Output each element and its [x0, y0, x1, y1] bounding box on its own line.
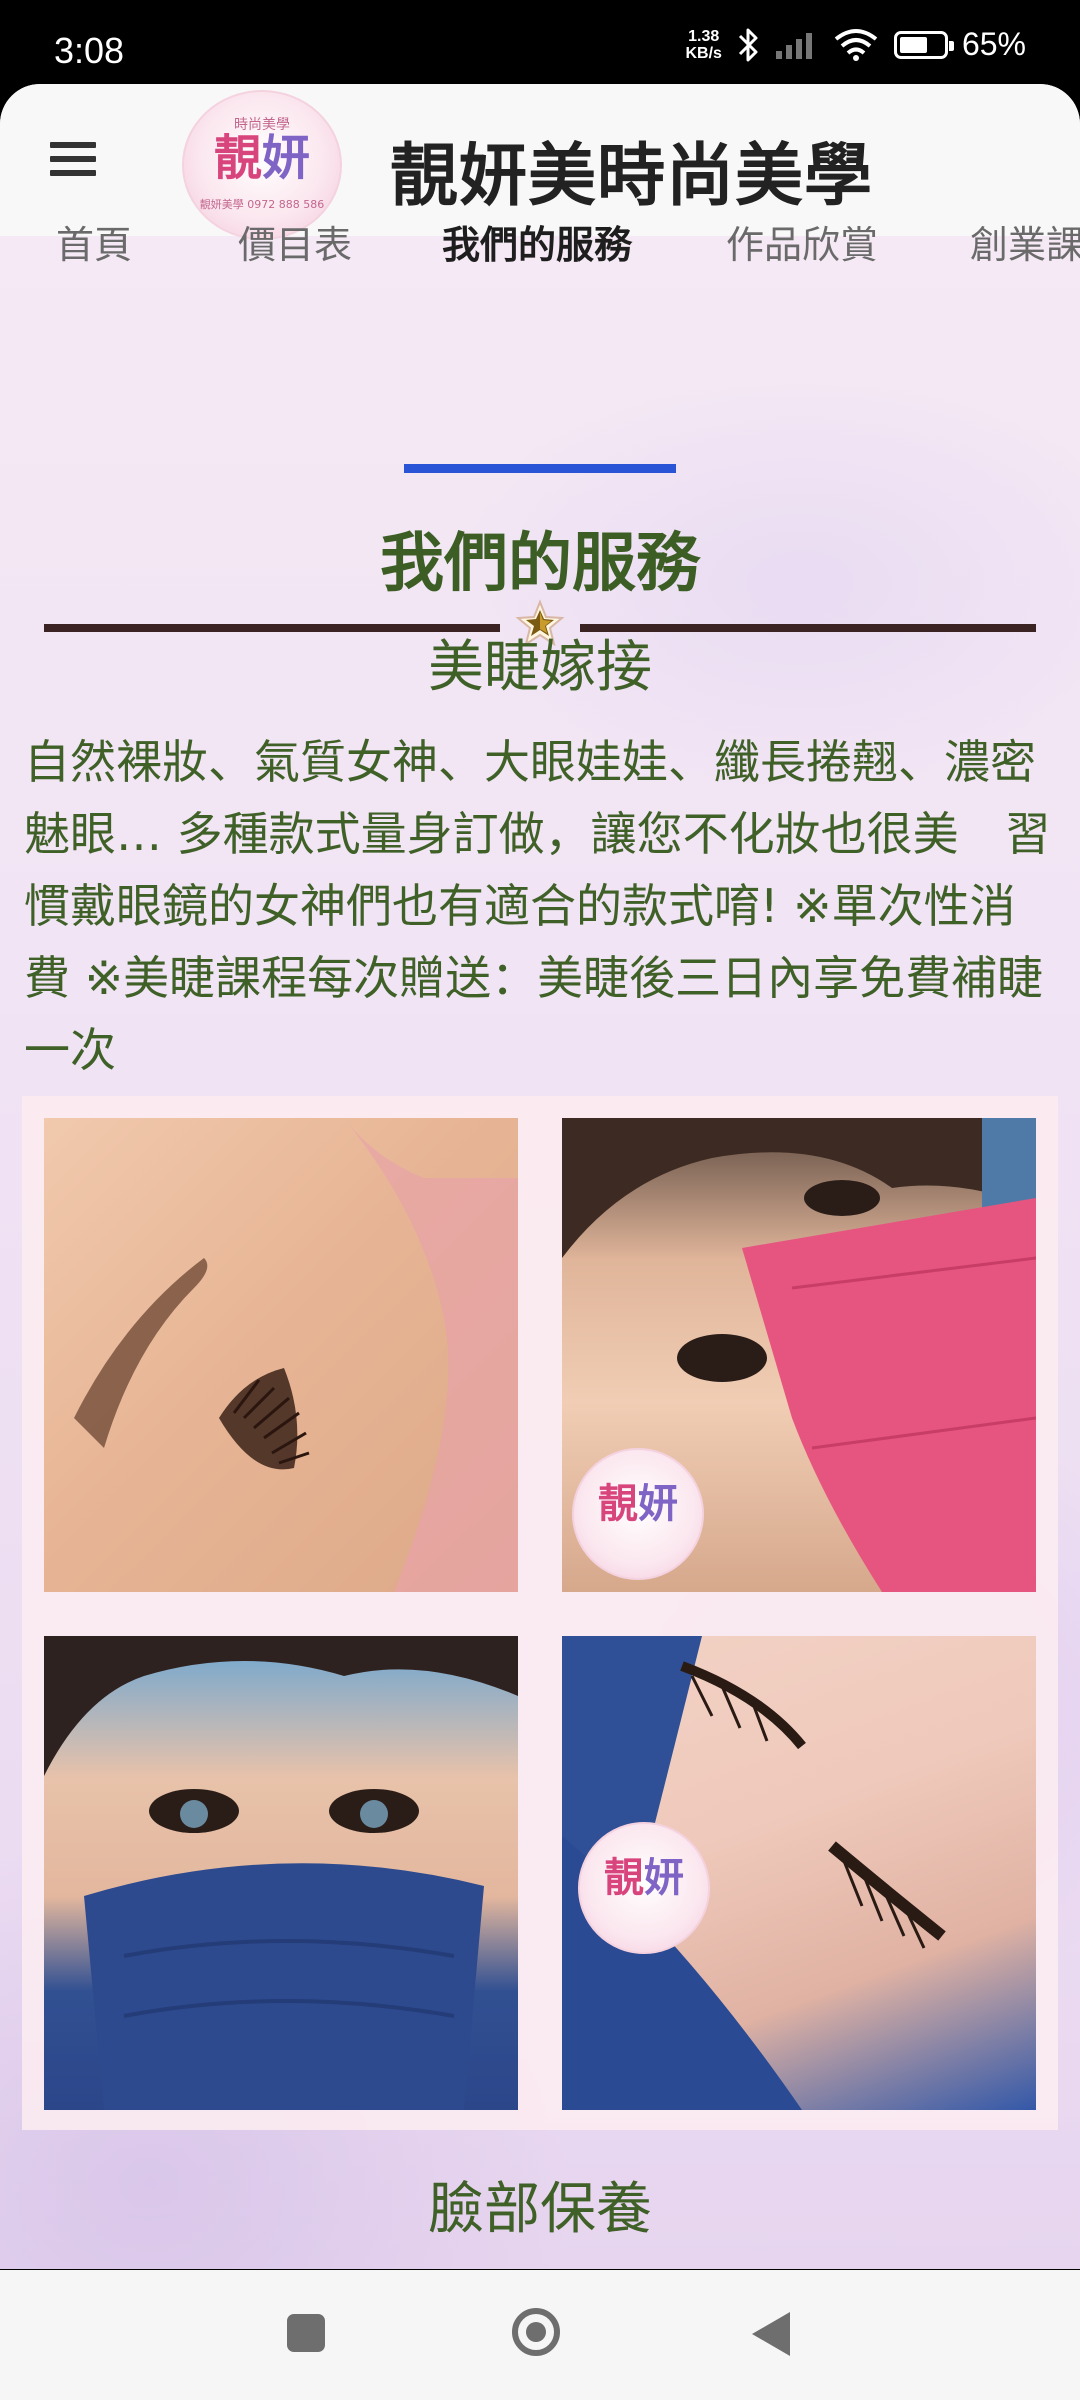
logo-main-text: 靚妍 [184, 134, 340, 182]
gallery-photo-4[interactable]: 靚妍 [562, 1636, 1036, 2110]
tab-our-services[interactable]: 我們的服務 [442, 214, 632, 269]
watermark-char-left: 靚 [598, 1481, 638, 1527]
square-recents-icon[interactable] [287, 2314, 325, 2352]
gallery-photo-3[interactable] [44, 1636, 518, 2110]
cellular-signal-icon [775, 32, 812, 59]
status-bar: 3:08 1.38 KB/s 65% [0, 0, 1080, 86]
gallery-photo-1[interactable] [44, 1118, 518, 1592]
logo-char-left: 靚 [213, 130, 262, 186]
network-speed: 1.38 KB/s [686, 28, 722, 62]
network-speed-value: 1.38 [688, 27, 720, 45]
wifi-icon [834, 28, 878, 61]
app-screen: 時尚美學 靚妍 靚妍美學 0972 888 586 靚妍美時尚美學 首頁 價目表… [0, 84, 1080, 2269]
service-description: 自然裸妝、氣質女神、大眼娃娃、纖長捲翹、濃密魅眼… 多種款式量身訂做，讓您不化妝… [24, 735, 1051, 1077]
status-time: 3:08 [54, 30, 125, 71]
battery-percent: 65% [961, 26, 1026, 62]
section-title: 我們的服務 [380, 527, 700, 601]
logo-sub-text: 靚妍美學 0972 888 586 [199, 198, 325, 211]
watermark-logo: 靚妍 [578, 1822, 710, 1954]
next-section-heading: 臉部保養 [428, 2177, 652, 2242]
tab-portfolio[interactable]: 作品欣賞 [726, 214, 878, 269]
photo-gallery: 靚妍 靚妍 [22, 1096, 1058, 2130]
watermark-char-right: 妍 [644, 1855, 684, 1901]
bluetooth-icon [738, 28, 758, 61]
gallery-photo-2[interactable]: 靚妍 [562, 1118, 1036, 1592]
battery-fill [899, 36, 928, 53]
triangle-back-icon[interactable] [752, 2312, 790, 2356]
active-tab-indicator [404, 464, 676, 473]
status-icons: 1.38 KB/s 65% [686, 26, 1027, 63]
tab-price-list[interactable]: 價目表 [238, 214, 352, 269]
tab-startup-course[interactable]: 創業課 [970, 214, 1080, 269]
watermark-char-right: 妍 [638, 1481, 678, 1527]
watermark-char-left: 靚 [604, 1855, 644, 1901]
hamburger-icon[interactable] [44, 136, 104, 186]
system-nav-bar [0, 2270, 1080, 2400]
battery-icon [893, 30, 954, 59]
tab-home[interactable]: 首頁 [56, 214, 132, 269]
network-speed-unit: KB/s [685, 44, 722, 62]
app-title: 靚妍美時尚美學 [390, 137, 874, 216]
circle-home-icon[interactable] [512, 2308, 560, 2356]
watermark-logo: 靚妍 [572, 1448, 704, 1580]
logo-char-right: 妍 [262, 130, 311, 186]
service-heading: 美睫嫁接 [428, 635, 652, 700]
